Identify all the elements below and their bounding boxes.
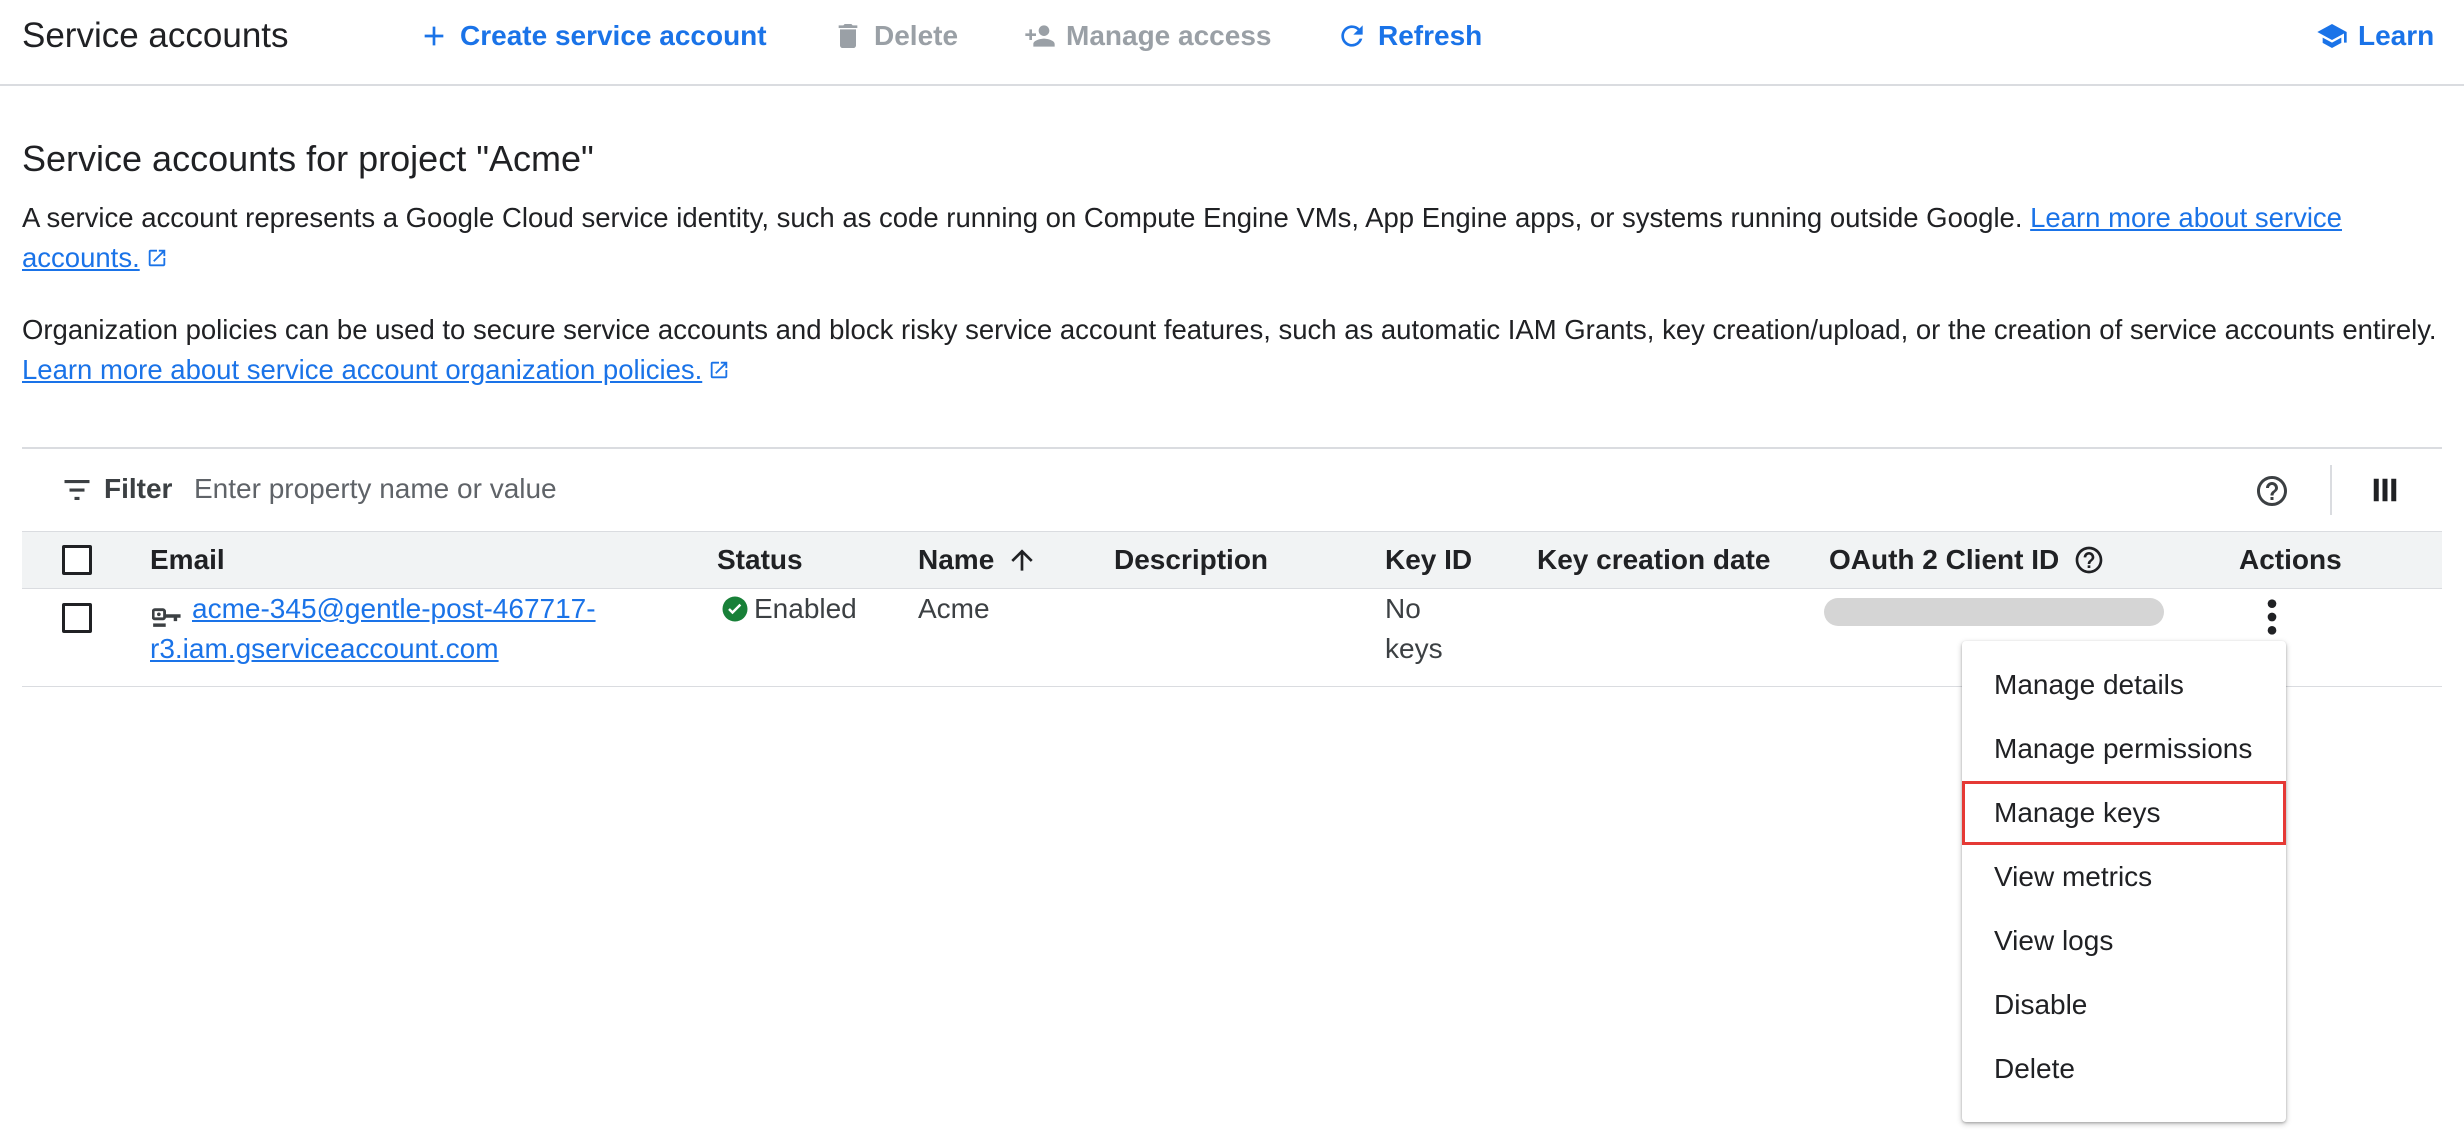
menu-item-manage-details[interactable]: Manage details <box>1962 653 2286 717</box>
email-cell[interactable]: acme-345@gentle-post-467717- <box>192 589 596 629</box>
learn-button[interactable]: Learn <box>2316 18 2434 54</box>
manage-access-label: Manage access <box>1066 20 1272 51</box>
learn-more-org-policies-link[interactable]: Learn more about service account organiz… <box>22 354 702 385</box>
create-service-account-label: Create service account <box>460 20 767 51</box>
column-status[interactable]: Status <box>717 544 803 576</box>
column-display-icon[interactable] <box>2370 475 2400 505</box>
delete-button[interactable]: Delete <box>832 18 958 54</box>
column-key-creation-date[interactable]: Key creation date <box>1537 544 1770 576</box>
email-cell-cont[interactable]: r3.iam.gserviceaccount.com <box>150 629 499 669</box>
column-description[interactable]: Description <box>1114 544 1268 576</box>
trash-icon <box>838 24 858 48</box>
row-checkbox[interactable] <box>62 603 92 633</box>
column-actions: Actions <box>2239 544 2342 575</box>
key-id-cell-line1: No <box>1385 593 1421 624</box>
filter-input[interactable] <box>194 467 1494 511</box>
plus-icon <box>424 26 444 46</box>
person-add-icon <box>1025 25 1055 47</box>
menu-item-manage-keys[interactable]: Manage keys <box>1962 781 2286 845</box>
name-cell: Acme <box>918 593 990 624</box>
learn-label: Learn <box>2358 20 2435 51</box>
key-id-cell-line2: keys <box>1385 633 1443 664</box>
email-link-line1[interactable]: acme-345@gentle-post-467717- <box>192 593 596 624</box>
select-all-checkbox[interactable] <box>62 545 92 575</box>
check-circle-icon <box>722 596 748 622</box>
manage-access-button[interactable]: Manage access <box>1024 18 1271 54</box>
menu-item-disable[interactable]: Disable <box>1962 973 2286 1037</box>
oauth-client-id-redacted <box>1824 598 2164 626</box>
filter-list-icon[interactable] <box>62 477 92 503</box>
org-policy-description: Organization policies can be used to sec… <box>22 310 2442 390</box>
refresh-icon <box>1341 25 1363 47</box>
column-name-label: Name <box>918 544 995 575</box>
policy-text: Organization policies can be used to sec… <box>22 314 2437 345</box>
arrow-up-icon <box>1011 549 1033 571</box>
column-key-id[interactable]: Key ID <box>1385 544 1472 576</box>
more-vert-icon[interactable] <box>2257 597 2287 637</box>
help-circle-icon[interactable] <box>2073 544 2105 576</box>
filter-bar: Filter <box>22 447 2442 531</box>
description-text: A service account represents a Google Cl… <box>22 202 2031 233</box>
actions-menu: Manage details Manage permissions Manage… <box>1962 641 2286 1122</box>
column-name[interactable]: Name <box>918 544 1038 576</box>
column-email[interactable]: Email <box>150 544 225 576</box>
menu-item-view-logs[interactable]: View logs <box>1962 909 2286 973</box>
column-oauth-label: OAuth 2 Client ID <box>1829 544 2060 575</box>
filter-label: Filter <box>104 473 173 504</box>
top-toolbar: Service accounts Create service account … <box>0 0 2464 86</box>
open-in-new-icon <box>711 361 728 379</box>
table-header: Email Status Name Description Key ID Key… <box>22 531 2442 589</box>
toolbar-divider <box>2330 465 2332 515</box>
help-circle-icon[interactable] <box>2254 473 2290 509</box>
menu-item-view-metrics[interactable]: View metrics <box>1962 845 2286 909</box>
refresh-label: Refresh <box>1378 20 1483 51</box>
status-text: Enabled <box>754 593 857 624</box>
delete-label: Delete <box>874 20 959 51</box>
email-link-line2[interactable]: r3.iam.gserviceaccount.com <box>150 633 499 664</box>
status-cell: Enabled <box>720 589 857 629</box>
page-title: Service accounts <box>22 16 289 55</box>
menu-item-manage-permissions[interactable]: Manage permissions <box>1962 717 2286 781</box>
section-heading: Service accounts for project "Acme" <box>22 138 594 179</box>
refresh-button[interactable]: Refresh <box>1336 18 1482 54</box>
column-oauth-client-id[interactable]: OAuth 2 Client ID <box>1829 544 2105 576</box>
open-in-new-icon <box>148 249 165 267</box>
service-account-description: A service account represents a Google Cl… <box>22 198 2442 278</box>
create-service-account-button[interactable]: Create service account <box>418 18 767 54</box>
school-icon <box>2317 24 2347 48</box>
menu-item-delete[interactable]: Delete <box>1962 1037 2286 1101</box>
